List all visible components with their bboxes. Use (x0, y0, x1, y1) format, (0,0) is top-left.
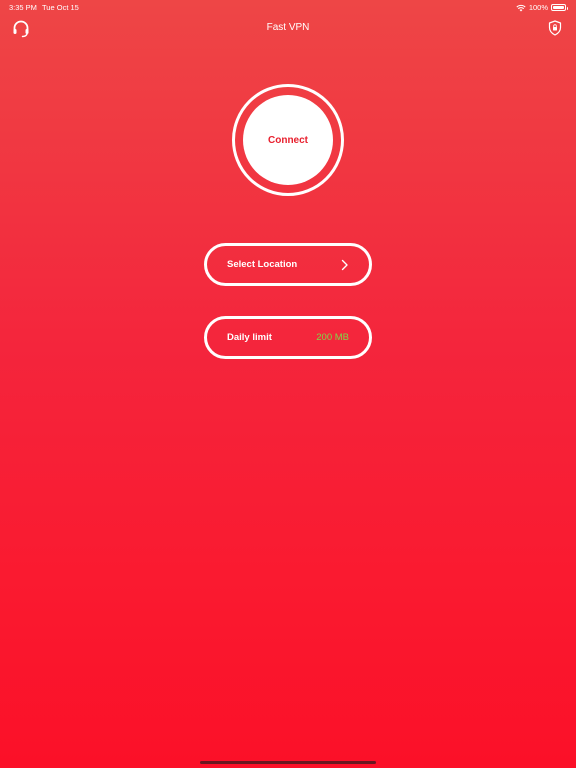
page-title: Fast VPN (266, 22, 310, 33)
wifi-icon (516, 4, 526, 11)
select-location-label: Select Location (227, 259, 298, 270)
privacy-button[interactable] (548, 20, 562, 36)
battery-percentage: 100% (528, 3, 548, 12)
battery-fill (553, 6, 564, 9)
status-time: 3:35 PM (9, 3, 37, 12)
connect-label: Connect (268, 134, 308, 146)
daily-limit-value: 200 MB (316, 332, 349, 343)
select-location-button[interactable]: Select Location (204, 243, 372, 286)
chevron-right-icon (341, 259, 348, 270)
status-right: 100% (516, 3, 568, 12)
battery-icon (551, 4, 568, 11)
daily-limit-panel: Daily limit 200 MB (204, 316, 372, 359)
status-bar: 3:35 PM Tue Oct 15 100% (0, 0, 576, 14)
shield-icon (548, 20, 562, 36)
connect-button[interactable]: Connect (232, 84, 344, 196)
daily-limit-label: Daily limit (227, 332, 272, 343)
nav-bar: Fast VPN (0, 14, 576, 42)
status-date: Tue Oct 15 (42, 3, 79, 12)
home-indicator[interactable] (200, 761, 376, 764)
connect-button-inner[interactable]: Connect (243, 95, 333, 185)
